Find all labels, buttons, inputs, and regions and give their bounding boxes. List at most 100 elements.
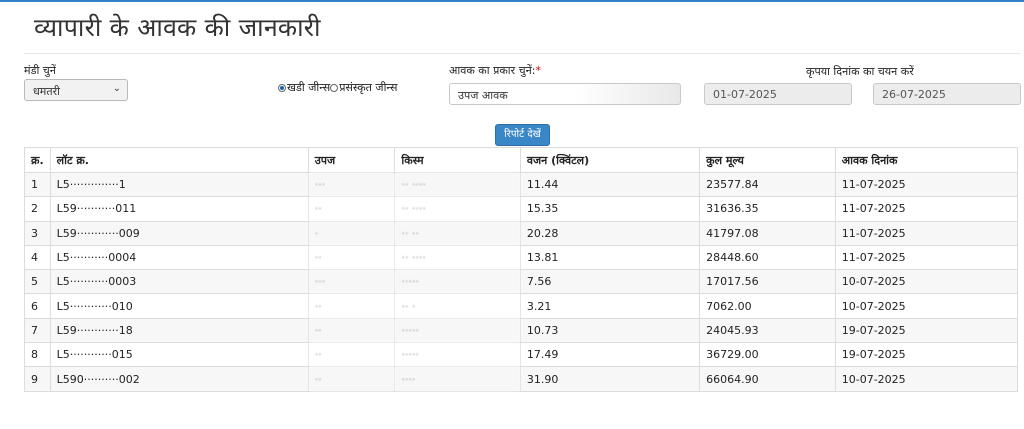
cell-lot-number: L5··············1 <box>49 171 309 198</box>
cell-serial: 6 <box>24 293 51 319</box>
cell-serial: 7 <box>24 317 51 344</box>
arrival-type-label: आवक का प्रकार चुनें:* <box>449 63 541 78</box>
date-to-input[interactable]: 26-07-2025 <box>873 83 1021 105</box>
radio-processed-produce-label: प्रसंस्कृत जीन्स <box>339 81 398 94</box>
cell-lot-number: L5···········0004 <box>49 244 309 271</box>
cell-weight: 20.28 <box>519 220 701 246</box>
cell-serial: 1 <box>24 171 51 198</box>
radio-processed-produce[interactable] <box>330 83 339 92</box>
chevron-down-icon: ⌄ <box>112 83 121 94</box>
cell-total-value: 28448.60 <box>699 244 836 271</box>
table-row: 2 L59···········011 ·· ·· ···· 15.35 31636.35… <box>24 196 1019 222</box>
cell-serial: 8 <box>24 342 51 368</box>
table-header-row: क्र. लॉट क्र. उपज किस्म वजन (क्विंटल) कु… <box>24 147 1019 173</box>
cell-serial: 9 <box>24 366 51 392</box>
cell-produce: ·· <box>307 293 396 319</box>
cell-total-value: 7062.00 <box>699 293 836 319</box>
cell-arrival-date: 10-07-2025 <box>834 366 1019 392</box>
arrival-type-label-text: आवक का प्रकार चुनें: <box>449 64 536 77</box>
date-range-label: कृपया दिनांक का चयन करें <box>806 65 914 78</box>
cell-total-value: 17017.56 <box>699 269 836 295</box>
cell-lot-number: L5···········0003 <box>49 269 309 295</box>
mandi-label: मंडी चुनें <box>24 64 56 77</box>
view-report-button[interactable]: रिपोर्ट देखें <box>495 124 550 146</box>
col-arrival-date: आवक दिनांक <box>834 147 1019 173</box>
cell-arrival-date: 10-07-2025 <box>834 293 1019 319</box>
date-from-input[interactable]: 01-07-2025 <box>704 83 852 105</box>
col-variety: किस्म <box>394 147 521 173</box>
col-total-value: कुल मूल्य <box>699 147 836 173</box>
col-produce: उपज <box>307 147 396 173</box>
cell-variety: ·· ···· <box>394 244 521 271</box>
cell-serial: 4 <box>24 244 51 271</box>
cell-lot-number: L5············015 <box>49 342 309 368</box>
cell-lot-number: L59···········011 <box>49 196 309 222</box>
page-title: व्यापारी के आवक की जानकारी <box>34 13 321 42</box>
cell-variety: ·· ···· <box>394 196 521 222</box>
cell-weight: 3.21 <box>519 293 701 319</box>
cell-serial: 5 <box>24 269 51 295</box>
cell-weight: 7.56 <box>519 269 701 295</box>
cell-variety: ····· <box>394 317 521 344</box>
cell-produce: ··· <box>307 269 396 295</box>
table-row: 1 L5··············1 ··· ·· ···· 11.44 23577.8… <box>24 171 1019 198</box>
cell-weight: 31.90 <box>519 366 701 392</box>
produce-type-radio-group: खडी जीन्स प्रसंस्कृत जीन्स <box>278 80 397 95</box>
cell-weight: 11.44 <box>519 171 701 198</box>
cell-total-value: 36729.00 <box>699 342 836 368</box>
cell-variety: ···· <box>394 366 521 392</box>
cell-variety: ····· <box>394 342 521 368</box>
arrival-type-input[interactable]: उपज आवक <box>449 83 681 105</box>
radio-standing-produce-label: खडी जीन्स <box>287 81 331 94</box>
mandi-select[interactable]: धमतरी ⌄ <box>24 79 128 101</box>
table-row: 9 L590··········002 ·· ···· 31.90 66064.90 10-… <box>24 366 1019 392</box>
table-row: 4 L5···········0004 ·· ·· ···· 13.81 28448.60… <box>24 244 1019 271</box>
title-divider <box>24 53 1020 54</box>
cell-total-value: 31636.35 <box>699 196 836 222</box>
mandi-select-value: धमतरी <box>33 85 60 98</box>
cell-lot-number: L590··········002 <box>49 366 309 392</box>
table-row: 3 L59············009 · ·· ·· 20.28 41797.08 11… <box>24 220 1019 246</box>
table-row: 8 L5············015 ·· ····· 17.49 36729.00 19… <box>24 342 1019 368</box>
arrival-table: क्र. लॉट क्र. उपज किस्म वजन (क्विंटल) कु… <box>24 147 1019 392</box>
col-lot-number: लॉट क्र. <box>49 147 309 173</box>
col-serial: क्र. <box>24 147 51 173</box>
cell-total-value: 66064.90 <box>699 366 836 392</box>
cell-arrival-date: 11-07-2025 <box>834 196 1019 222</box>
cell-weight: 10.73 <box>519 317 701 344</box>
cell-serial: 2 <box>24 196 51 222</box>
cell-total-value: 23577.84 <box>699 171 836 198</box>
table-row: 7 L59············18 ·· ····· 10.73 24045.93 19… <box>24 317 1019 344</box>
cell-variety: ·· ·· <box>394 220 521 246</box>
cell-produce: · <box>307 220 396 246</box>
cell-arrival-date: 10-07-2025 <box>834 269 1019 295</box>
cell-variety: ·· ···· <box>394 171 521 198</box>
table-row: 5 L5···········0003 ··· ····· 7.56 17017.56 10… <box>24 269 1019 295</box>
cell-arrival-date: 19-07-2025 <box>834 317 1019 344</box>
cell-arrival-date: 11-07-2025 <box>834 220 1019 246</box>
cell-arrival-date: 11-07-2025 <box>834 171 1019 198</box>
cell-serial: 3 <box>24 220 51 246</box>
cell-produce: ·· <box>307 342 396 368</box>
col-weight: वजन (क्विंटल) <box>519 147 701 173</box>
cell-total-value: 24045.93 <box>699 317 836 344</box>
cell-produce: ·· <box>307 244 396 271</box>
cell-produce: ·· <box>307 366 396 392</box>
cell-weight: 17.49 <box>519 342 701 368</box>
cell-produce: ·· <box>307 196 396 222</box>
cell-lot-number: L59············18 <box>49 317 309 344</box>
cell-produce: ··· <box>307 171 396 198</box>
table-row: 6 L5············010 ·· ·· · 3.21 7062.00 10-07… <box>24 293 1019 319</box>
cell-weight: 15.35 <box>519 196 701 222</box>
radio-standing-produce[interactable] <box>278 83 286 92</box>
cell-variety: ····· <box>394 269 521 295</box>
cell-arrival-date: 19-07-2025 <box>834 342 1019 368</box>
required-marker: * <box>535 64 541 77</box>
cell-weight: 13.81 <box>519 244 701 271</box>
cell-arrival-date: 11-07-2025 <box>834 244 1019 271</box>
cell-variety: ·· · <box>394 293 521 319</box>
cell-total-value: 41797.08 <box>699 220 836 246</box>
cell-produce: ·· <box>307 317 396 344</box>
table-body: 1 L5··············1 ··· ·· ···· 11.44 23577.8… <box>24 171 1019 392</box>
cell-lot-number: L59············009 <box>49 220 309 246</box>
